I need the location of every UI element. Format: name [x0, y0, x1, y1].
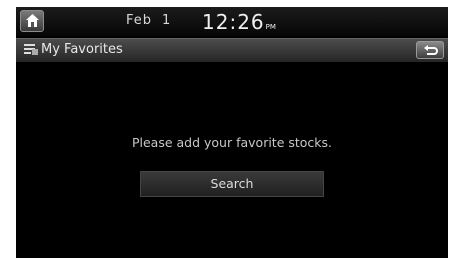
status-bar: Feb 1 12:26PM — [16, 7, 448, 36]
page-title: My Favorites — [41, 42, 123, 57]
home-button[interactable] — [20, 10, 44, 32]
back-button[interactable] — [416, 41, 444, 59]
device-screen: Feb 1 12:26PM My Favorites Please add you… — [16, 7, 448, 258]
title-bar: My Favorites — [16, 38, 448, 62]
date-day: 1 — [162, 13, 172, 28]
date-month: Feb — [126, 13, 153, 28]
date-display: Feb 1 — [126, 13, 171, 28]
back-arrow-icon — [424, 45, 438, 55]
time-display: 12:26 — [202, 10, 265, 34]
clock: 12:26PM — [202, 10, 276, 34]
favorites-list-icon — [24, 44, 38, 55]
empty-state-message: Please add your favorite stocks. — [131, 135, 333, 150]
search-button[interactable]: Search — [140, 171, 324, 197]
home-icon — [26, 14, 39, 27]
ampm-indicator: PM — [265, 23, 276, 31]
